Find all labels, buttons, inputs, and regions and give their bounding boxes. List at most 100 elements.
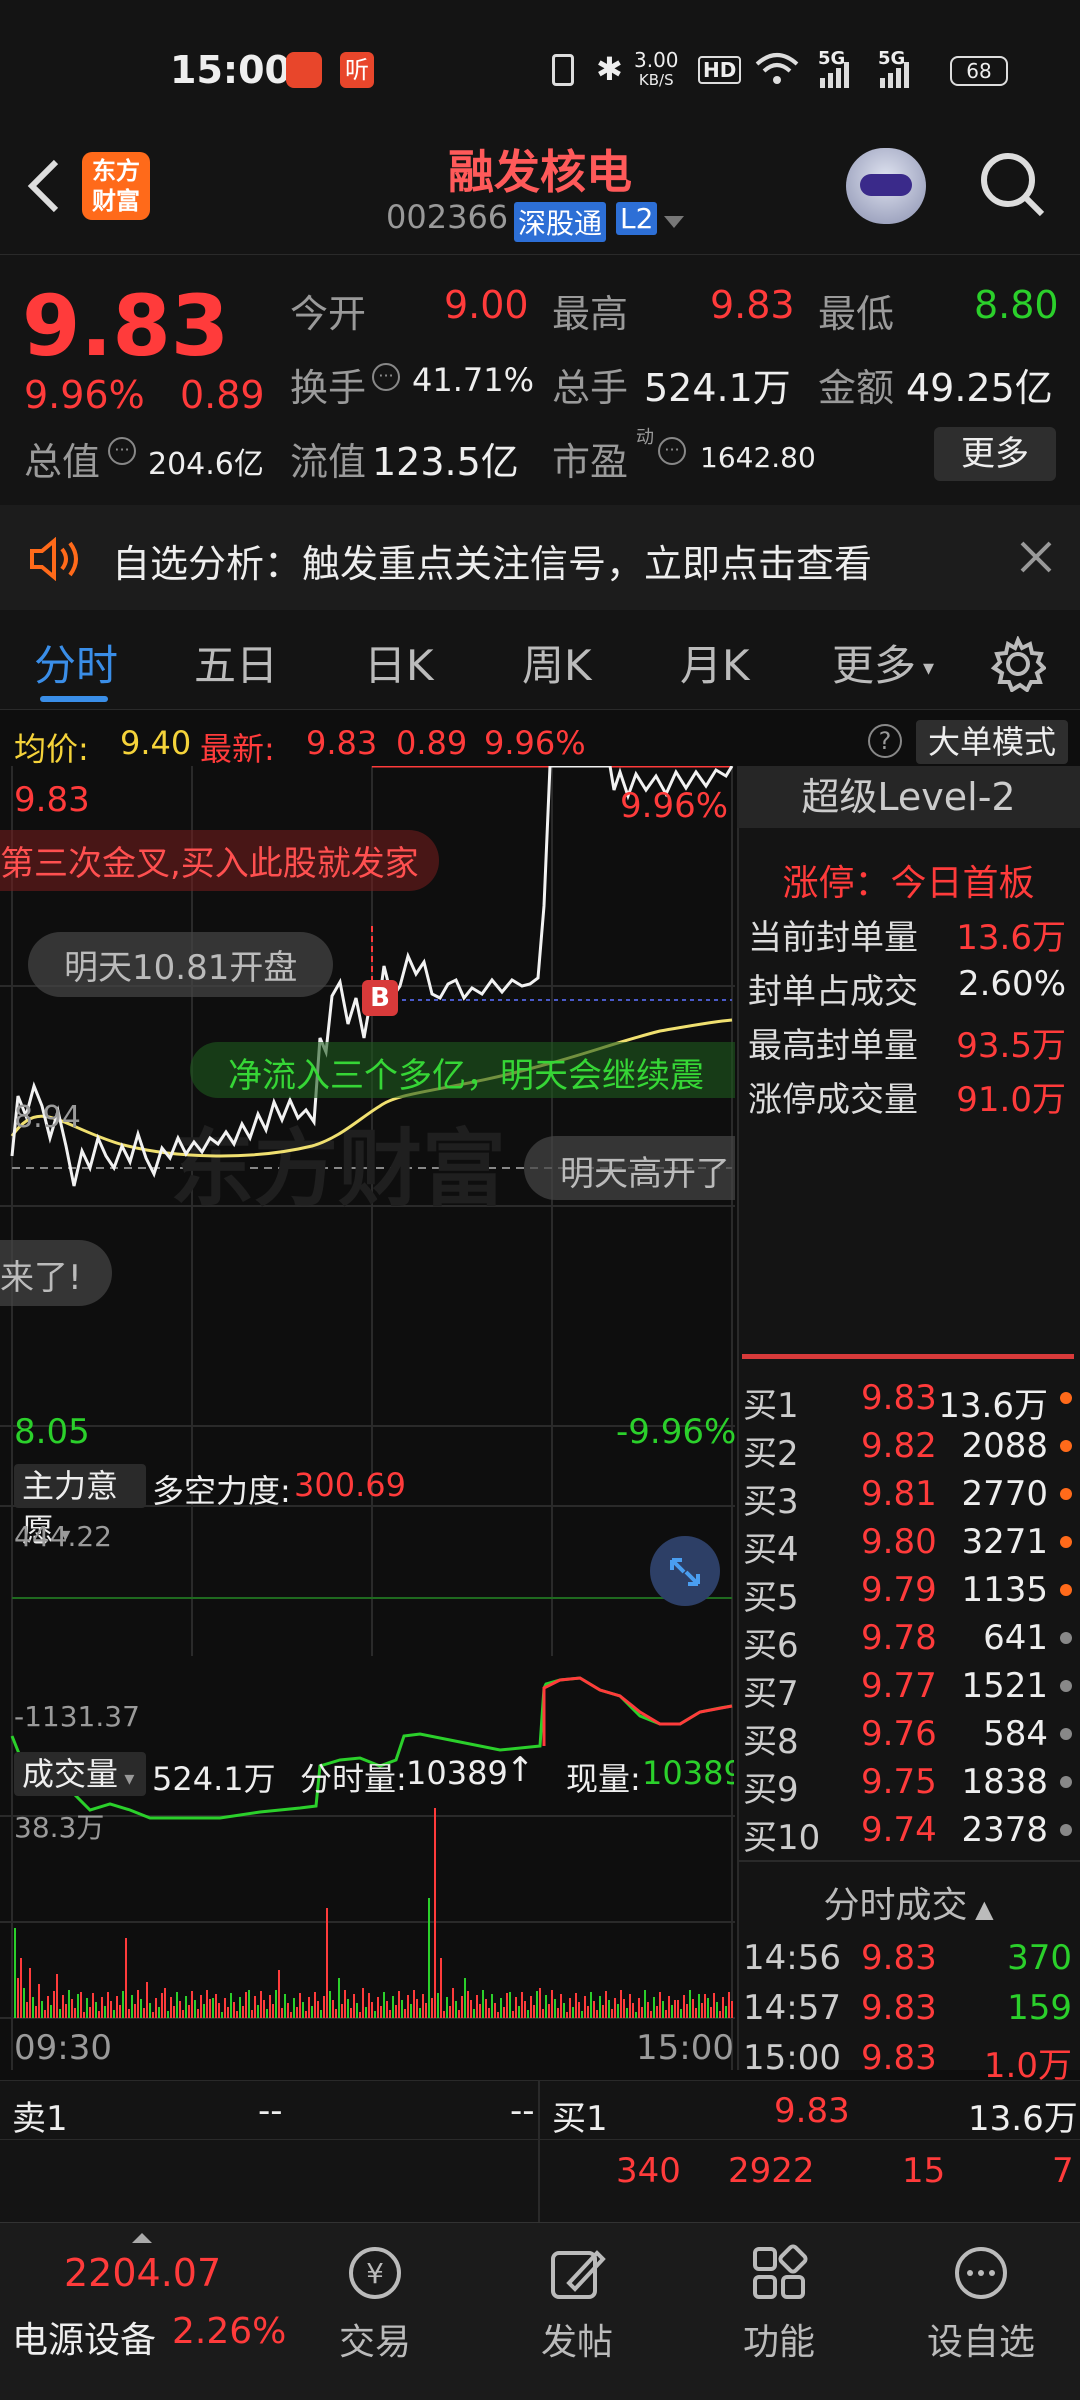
orderbook-row[interactable]: 买5 9.79 1135 xyxy=(737,1568,1080,1618)
tab-five-day[interactable]: 五日 xyxy=(194,632,278,693)
trade-icon: ¥ xyxy=(349,2247,401,2299)
volume-bar xyxy=(278,1970,280,2018)
tab-monthly-k[interactable]: 月K xyxy=(680,632,750,693)
latest-value: 9.83 xyxy=(306,724,378,762)
float-label: 流值 xyxy=(290,440,367,484)
orderbook-row[interactable]: 买1 9.83 13.6万 xyxy=(737,1376,1080,1426)
mcap-label: 总值 xyxy=(24,440,101,484)
volume-bar xyxy=(347,1999,349,2018)
volume-bar xyxy=(680,2009,682,2018)
volume-bar xyxy=(431,1998,433,2018)
big-order-mode-button[interactable]: 大单模式 xyxy=(916,720,1068,764)
level2-row-label: 封单占成交 xyxy=(748,972,918,1012)
volume-bar xyxy=(476,1995,478,2018)
volume-bar xyxy=(620,1990,622,2018)
analysis-banner[interactable]: 自选分析：触发重点关注信号，立即点击查看 xyxy=(0,505,1080,610)
banner-text: 自选分析：触发重点关注信号，立即点击查看 xyxy=(112,542,873,586)
volume-bar xyxy=(227,2007,229,2018)
volume-bar xyxy=(596,2010,598,2018)
bid-dot xyxy=(1060,1392,1072,1404)
orderbook-row[interactable]: 买2 9.82 2088 xyxy=(737,1424,1080,1474)
bid-volume: 1521 xyxy=(961,1666,1048,1706)
pe-value: 1642.80 xyxy=(700,441,816,474)
comment-bubble[interactable]: 明天高开了 xyxy=(524,1136,735,1200)
volume-bar xyxy=(413,1990,415,2018)
queue-buy-vol: 13.6万 xyxy=(968,2099,1078,2139)
level2-title[interactable]: 超级Level-2 xyxy=(737,766,1080,828)
chevron-down-icon[interactable] xyxy=(662,214,686,230)
help-icon[interactable]: ? xyxy=(868,724,902,758)
volume-bar xyxy=(23,1988,25,2018)
orderbook-row[interactable]: 买6 9.78 641 xyxy=(737,1616,1080,1666)
add-watchlist-button[interactable]: 设自选 xyxy=(906,2243,1056,2365)
volume-bar xyxy=(53,1991,55,2018)
y-bottom-label: 8.05 xyxy=(14,1412,90,1452)
pe-dynamic-tag: 动 xyxy=(636,427,654,448)
volume-bar xyxy=(626,2008,628,2018)
orderbook-row[interactable]: 买9 9.75 1838 xyxy=(737,1760,1080,1810)
latest-pct: 9.96% xyxy=(484,724,586,762)
vibrate-icon xyxy=(552,54,574,86)
tab-more[interactable]: 更多 ▾ xyxy=(832,632,934,693)
bid-level: 买1 xyxy=(743,1386,799,1426)
sector-index-value[interactable]: 2204.07 xyxy=(64,2251,221,2295)
volume-bar xyxy=(137,1990,139,2018)
volume-bar xyxy=(617,2004,619,2018)
volume-bar xyxy=(365,2007,367,2018)
bid-volume: 641 xyxy=(983,1618,1048,1658)
buy-signal-marker[interactable]: B xyxy=(362,980,398,1016)
comment-bubble[interactable]: 净流入三个多亿，明天会继续震 xyxy=(190,1042,735,1098)
turnover-label: 换手 xyxy=(290,366,367,410)
orderbook-row[interactable]: 买3 9.81 2770 xyxy=(737,1472,1080,1522)
orderbook-row[interactable]: 买10 9.74 2378 xyxy=(737,1808,1080,1858)
volume-bar xyxy=(404,2009,406,2018)
tab-daily-k[interactable]: 日K xyxy=(364,632,434,693)
close-icon[interactable] xyxy=(1018,539,1054,575)
function-button[interactable]: 功能 xyxy=(704,2243,854,2365)
tick-title[interactable]: 分时成交 ▲ xyxy=(737,1876,1080,1928)
post-button[interactable]: 发帖 xyxy=(502,2243,652,2365)
comment-bubble[interactable]: 第三次金叉,买入此股就发家 xyxy=(0,830,439,891)
tab-weekly-k[interactable]: 周K xyxy=(522,632,592,693)
volume-bar xyxy=(230,1993,232,2018)
robot-assistant-icon[interactable] xyxy=(846,148,926,224)
comment-bubble[interactable]: 来了! xyxy=(0,1240,112,1306)
volume-bar xyxy=(560,1994,562,2018)
volume-bar xyxy=(611,2009,613,2018)
volume-bar xyxy=(185,1996,187,2018)
orderbook-row[interactable]: 买4 9.80 3271 xyxy=(737,1520,1080,1570)
bid-level: 买6 xyxy=(743,1626,799,1666)
sector-name[interactable]: 电源设备 xyxy=(12,2311,156,2363)
level2-row-value: 93.5万 xyxy=(956,1026,1066,1066)
search-icon[interactable] xyxy=(978,150,1048,220)
volume-bar xyxy=(551,1990,553,2018)
volume-bar xyxy=(398,1991,400,2018)
volume-bar xyxy=(485,1999,487,2018)
volume-max: 38.3万 xyxy=(14,1811,105,1844)
trade-button[interactable]: ¥ 交易 xyxy=(300,2243,450,2365)
info-dots-icon[interactable]: ··· xyxy=(658,437,686,465)
tab-intraday[interactable]: 分时 xyxy=(34,632,118,693)
volume-selector[interactable]: 成交量 ▾ xyxy=(14,1752,146,1796)
indicator-value: 300.69 xyxy=(294,1466,406,1504)
avg-label: 均价: xyxy=(14,730,89,768)
bid-price: 9.82 xyxy=(861,1426,937,1466)
chevron-up-icon[interactable] xyxy=(130,2231,154,2245)
volume-bar xyxy=(707,1998,709,2018)
orderbook-row[interactable]: 买8 9.76 584 xyxy=(737,1712,1080,1762)
more-button[interactable]: 更多 xyxy=(934,427,1056,481)
order-queue: 卖1 -- -- 买1 9.83 13.6万 340 2922 15 7 xyxy=(0,2080,1080,2223)
info-dots-icon[interactable]: ··· xyxy=(372,363,400,391)
indicator-selector[interactable]: 主力意愿 ▾ xyxy=(14,1464,146,1549)
volume-bar xyxy=(86,1998,88,2018)
expand-icon[interactable] xyxy=(650,1536,720,1606)
volume-bar xyxy=(281,2008,283,2018)
gear-icon[interactable] xyxy=(990,636,1046,692)
bid-dot xyxy=(1060,1488,1072,1500)
comment-bubble[interactable]: 明天10.81开盘 xyxy=(28,932,334,997)
volume-bar xyxy=(632,2003,634,2018)
info-dots-icon[interactable]: ··· xyxy=(108,437,136,465)
bid-dot xyxy=(1060,1440,1072,1452)
volume-bar xyxy=(119,2005,121,2018)
orderbook-row[interactable]: 买7 9.77 1521 xyxy=(737,1664,1080,1714)
